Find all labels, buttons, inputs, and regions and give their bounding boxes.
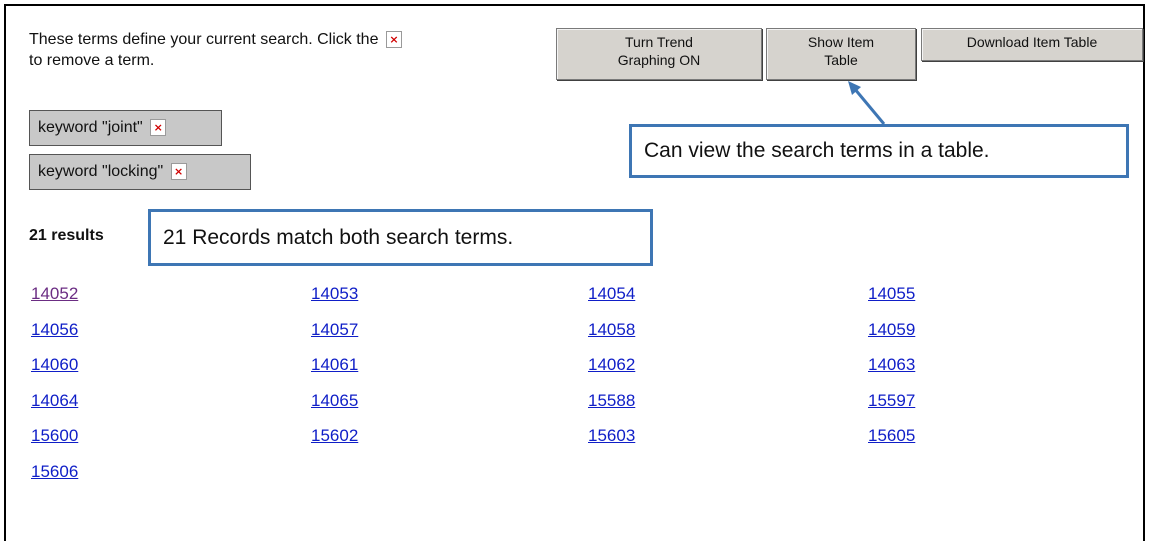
callout-records-match: 21 Records match both search terms. bbox=[148, 209, 653, 266]
download-item-table-button[interactable]: Download Item Table bbox=[921, 28, 1143, 61]
show-item-table-button[interactable]: Show Item Table bbox=[766, 28, 916, 80]
show-button-label-line1: Show Item bbox=[807, 34, 875, 50]
result-link[interactable]: 15603 bbox=[588, 425, 635, 447]
result-link[interactable]: 14064 bbox=[31, 390, 78, 412]
result-link[interactable]: 15588 bbox=[588, 390, 635, 412]
result-link[interactable]: 14059 bbox=[868, 319, 915, 341]
result-link[interactable]: 14052 bbox=[31, 283, 78, 305]
result-link[interactable]: 15597 bbox=[868, 390, 915, 412]
search-term-chip: keyword "joint" × bbox=[29, 110, 222, 146]
instructions-text-after: to remove a term. bbox=[29, 52, 155, 69]
show-button-label-line2: Table bbox=[824, 52, 858, 68]
result-link[interactable]: 14055 bbox=[868, 283, 915, 305]
results-count: 21 results bbox=[29, 227, 104, 244]
trend-button-label-line2: Graphing ON bbox=[617, 52, 701, 68]
turn-trend-graphing-button[interactable]: Turn Trend Graphing ON bbox=[556, 28, 762, 80]
search-term-label: keyword "joint" bbox=[38, 119, 143, 136]
result-link[interactable]: 14060 bbox=[31, 354, 78, 376]
callout-view-table: Can view the search terms in a table. bbox=[629, 124, 1129, 178]
download-button-label: Download Item Table bbox=[966, 34, 1098, 50]
remove-x-icon: × bbox=[385, 31, 402, 49]
result-link[interactable]: 14063 bbox=[868, 354, 915, 376]
result-link[interactable]: 15600 bbox=[31, 425, 78, 447]
remove-term-icon[interactable]: × bbox=[150, 119, 167, 137]
result-link[interactable]: 15606 bbox=[31, 461, 78, 483]
trend-button-label-line1: Turn Trend bbox=[625, 34, 693, 50]
instructions-text-before: These terms define your current search. … bbox=[29, 31, 379, 48]
result-link[interactable]: 15605 bbox=[868, 425, 915, 447]
result-link[interactable]: 14065 bbox=[311, 390, 358, 412]
result-link[interactable]: 14061 bbox=[311, 354, 358, 376]
search-instructions: These terms define your current search. … bbox=[29, 29, 529, 71]
result-link[interactable]: 14058 bbox=[588, 319, 635, 341]
callout-arrow-icon bbox=[848, 81, 886, 125]
result-link[interactable]: 14053 bbox=[311, 283, 358, 305]
result-link[interactable]: 14056 bbox=[31, 319, 78, 341]
remove-term-icon[interactable]: × bbox=[170, 163, 187, 181]
result-link[interactable]: 14057 bbox=[311, 319, 358, 341]
search-term-chip: keyword "locking" × bbox=[29, 154, 251, 190]
content-frame bbox=[4, 4, 1145, 541]
result-link[interactable]: 14062 bbox=[588, 354, 635, 376]
result-link[interactable]: 15602 bbox=[311, 425, 358, 447]
search-term-label: keyword "locking" bbox=[38, 163, 164, 180]
result-link[interactable]: 14054 bbox=[588, 283, 635, 305]
